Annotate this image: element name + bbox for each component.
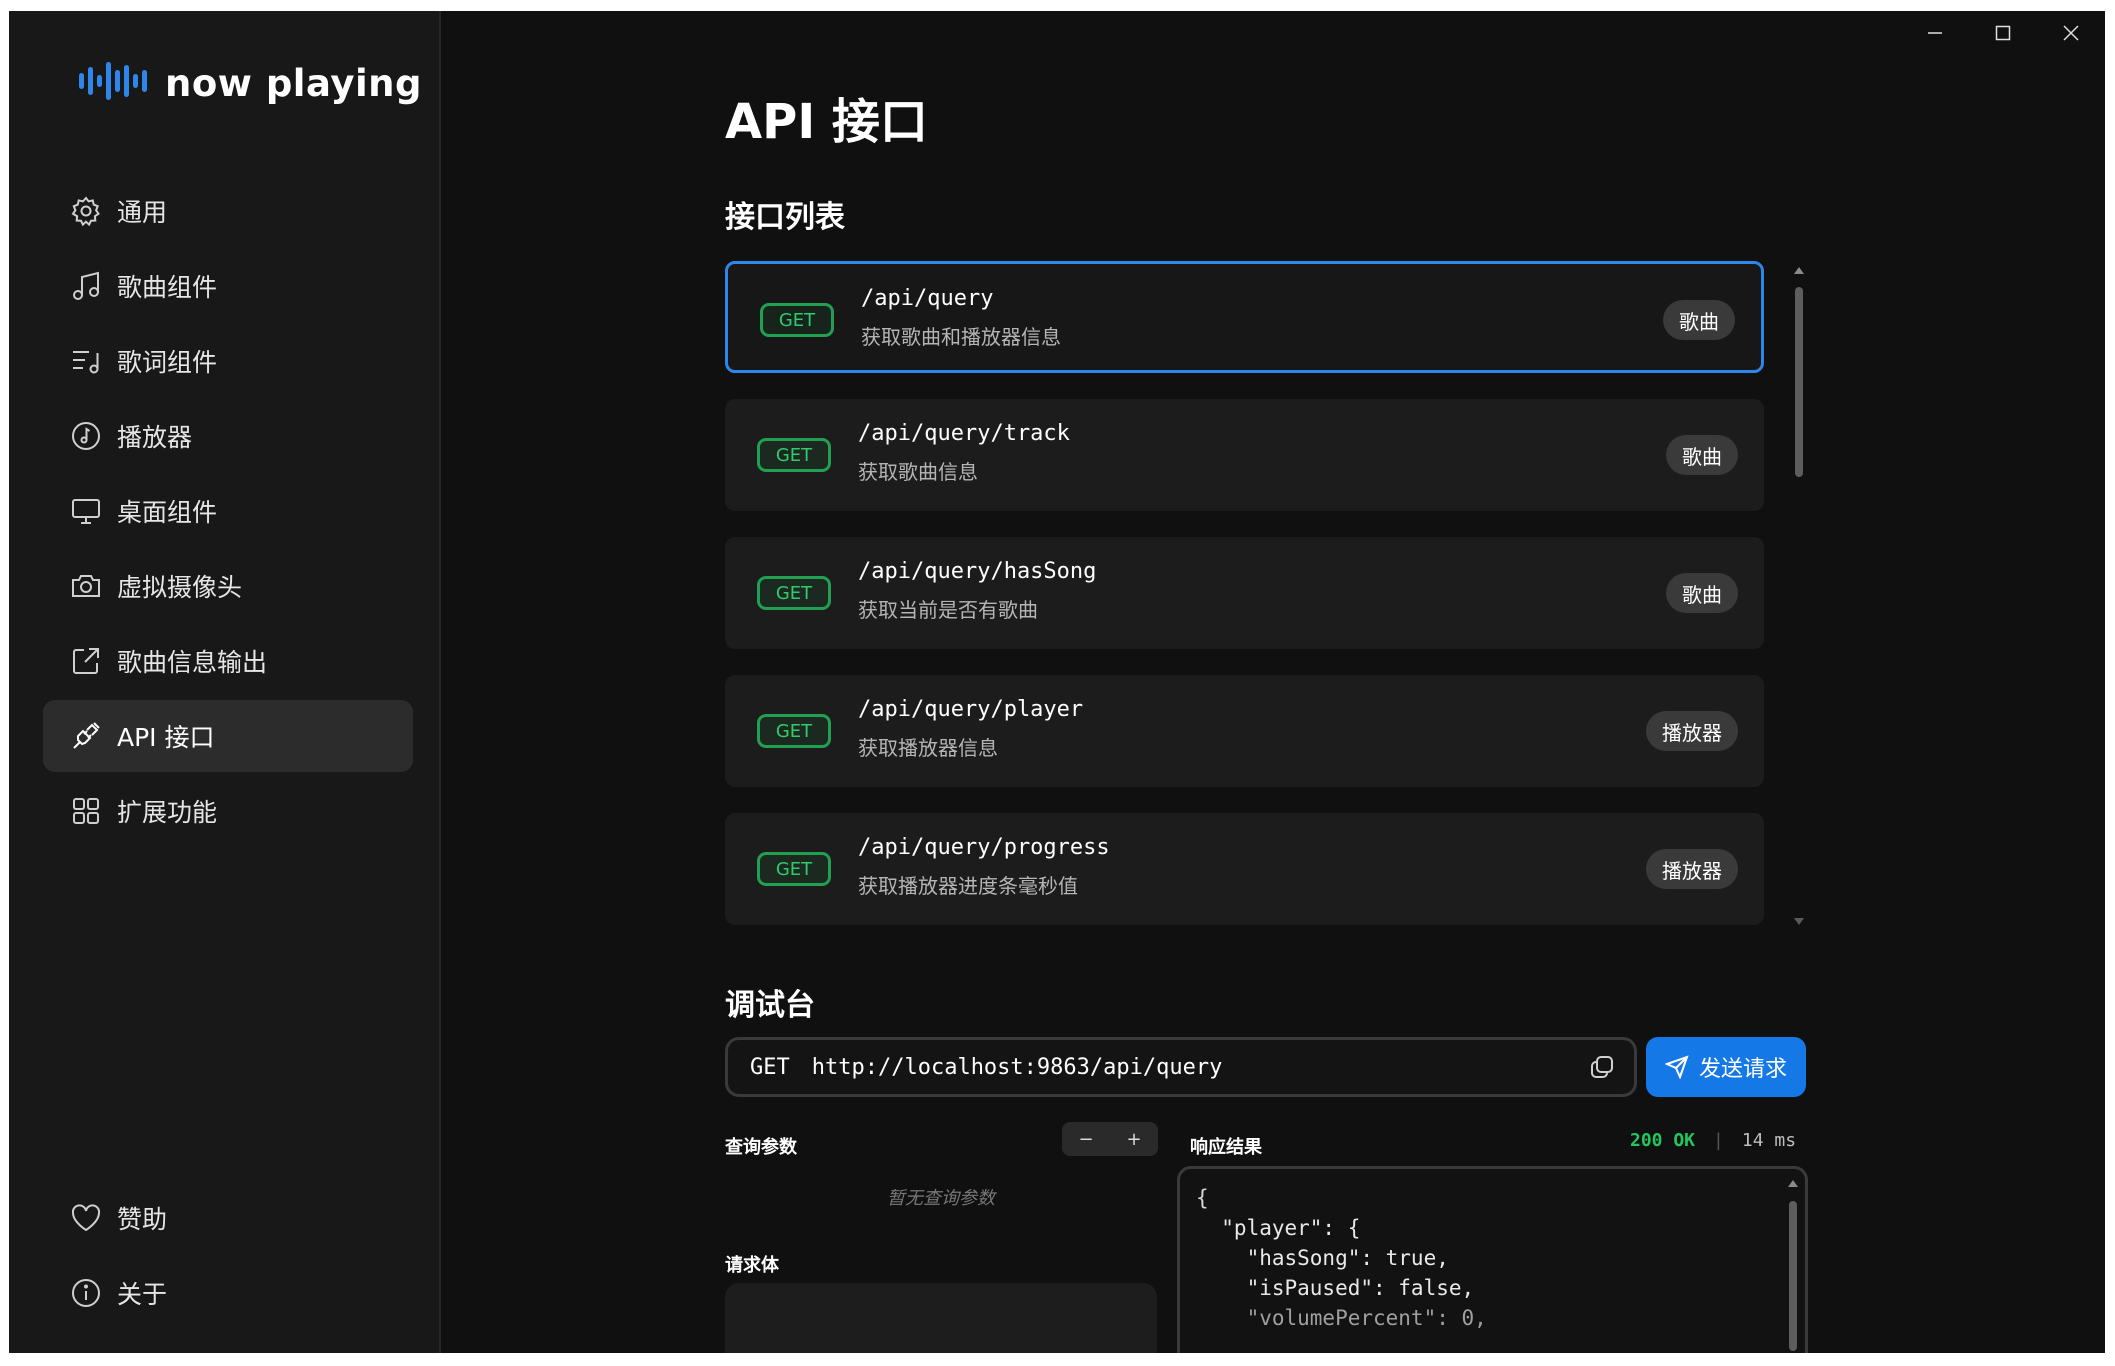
category-tag: 歌曲 — [1666, 435, 1738, 475]
scroll-up-arrow-icon[interactable] — [1787, 1177, 1799, 1189]
api-description: 获取歌曲信息 — [858, 460, 978, 484]
api-list: GET /api/query 获取歌曲和播放器信息 歌曲 GET /api/qu… — [725, 251, 1769, 926]
response-line: "hasSong": true, — [1196, 1246, 1449, 1270]
send-icon — [1664, 1055, 1689, 1079]
query-params-stepper: − + — [1062, 1122, 1158, 1156]
api-list-item[interactable]: GET /api/query 获取歌曲和播放器信息 歌曲 — [725, 261, 1764, 373]
get-method-badge: GET — [757, 438, 831, 472]
api-description: 获取歌曲和播放器信息 — [861, 325, 1061, 349]
copy-icon[interactable] — [1588, 1053, 1616, 1081]
api-path: /api/query/hasSong — [858, 559, 1097, 584]
api-list-heading: 接口列表 — [725, 200, 845, 235]
response-label: 响应结果 — [1190, 1137, 1262, 1158]
api-list-scrollbar[interactable] — [1792, 262, 1806, 930]
scrollbar-thumb[interactable] — [1789, 1201, 1797, 1351]
request-url-field[interactable]: GET http://localhost:9863/api/query — [725, 1037, 1637, 1097]
empty-params-text: 暂无查询参数 — [887, 1188, 995, 1209]
category-tag: 播放器 — [1646, 711, 1738, 751]
api-path: /api/query — [861, 286, 994, 311]
get-method-badge: GET — [760, 303, 834, 337]
query-params-label: 查询参数 — [725, 1137, 797, 1158]
response-line: { — [1196, 1186, 1209, 1210]
response-line: "isPaused": false, — [1196, 1276, 1475, 1300]
app-window: now playing 通用 歌曲组件 歌词组件 播放器 桌面组件 虚拟摄像头 … — [9, 11, 2105, 1353]
category-tag: 播放器 — [1646, 849, 1738, 889]
request-url: http://localhost:9863/api/query — [811, 1054, 1223, 1080]
status-separator: | — [1713, 1130, 1724, 1151]
api-list-item[interactable]: GET /api/query/progress 获取播放器进度条毫秒值 播放器 — [725, 813, 1764, 925]
add-param-button[interactable]: + — [1110, 1122, 1158, 1156]
response-line: "volumePercent": 0, — [1196, 1306, 1487, 1330]
api-description: 获取播放器进度条毫秒值 — [858, 874, 1078, 898]
send-request-label: 发送请求 — [1698, 1057, 1787, 1082]
response-line: "player": { — [1196, 1216, 1361, 1240]
api-list-item[interactable]: GET /api/query/hasSong 获取当前是否有歌曲 歌曲 — [725, 537, 1764, 649]
api-path: /api/query/progress — [858, 835, 1110, 860]
scroll-up-arrow-icon[interactable] — [1792, 264, 1806, 276]
scroll-down-arrow-icon[interactable] — [1792, 916, 1806, 928]
request-body-label: 请求体 — [725, 1255, 779, 1276]
response-viewer[interactable]: { "player": { "hasSong": true, "isPaused… — [1177, 1166, 1808, 1353]
response-scrollbar[interactable] — [1787, 1177, 1799, 1353]
category-tag: 歌曲 — [1666, 573, 1738, 613]
get-method-badge: GET — [757, 852, 831, 886]
request-method: GET — [750, 1054, 790, 1080]
response-time: 14 ms — [1741, 1130, 1797, 1151]
debugger-heading: 调试台 — [725, 988, 815, 1023]
api-list-item[interactable]: GET /api/query/player 获取播放器信息 播放器 — [725, 675, 1764, 787]
response-status: 200 OK | 14 ms — [1630, 1130, 1796, 1151]
get-method-badge: GET — [757, 576, 831, 610]
status-code: 200 OK — [1630, 1130, 1696, 1151]
remove-param-button[interactable]: − — [1062, 1122, 1110, 1156]
request-body-editor[interactable] — [725, 1283, 1157, 1353]
send-request-button[interactable]: 发送请求 — [1646, 1037, 1806, 1097]
main-content: API 接口 接口列表 GET /api/query 获取歌曲和播放器信息 歌曲… — [9, 11, 2105, 1353]
category-tag: 歌曲 — [1663, 300, 1735, 340]
get-method-badge: GET — [757, 714, 831, 748]
page-title: API 接口 — [725, 94, 928, 150]
scrollbar-thumb[interactable] — [1795, 287, 1803, 477]
api-path: /api/query/player — [858, 697, 1084, 722]
api-description: 获取播放器信息 — [858, 736, 998, 760]
api-description: 获取当前是否有歌曲 — [858, 598, 1038, 622]
api-list-item[interactable]: GET /api/query/track 获取歌曲信息 歌曲 — [725, 399, 1764, 511]
api-path: /api/query/track — [858, 421, 1070, 446]
